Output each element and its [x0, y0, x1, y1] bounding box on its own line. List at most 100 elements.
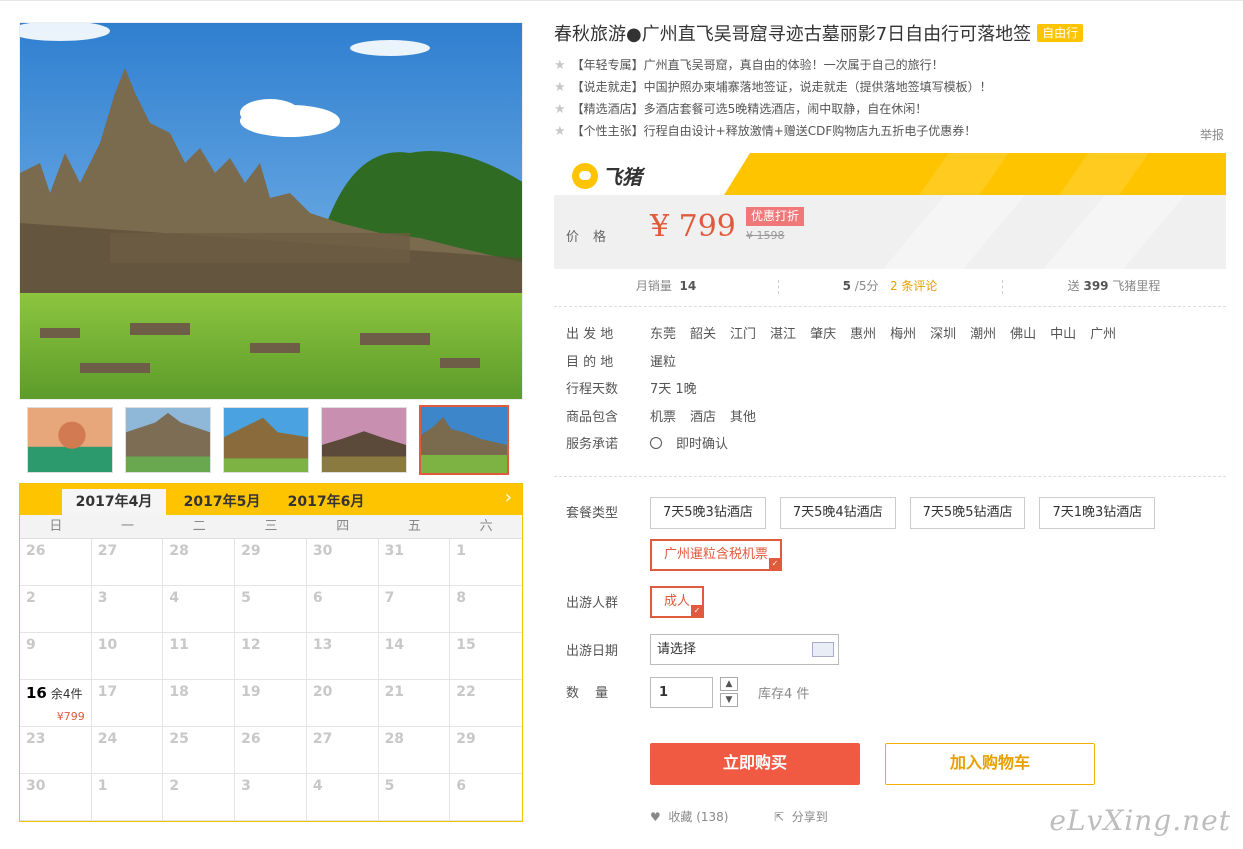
day-number: 9: [26, 637, 36, 653]
brand-bar: 飞猪: [554, 153, 1226, 195]
days-value: 7天 1晚: [650, 382, 697, 397]
thumbnail-4[interactable]: [321, 407, 407, 473]
package-option[interactable]: 7天5晚5钻酒店: [909, 497, 1026, 529]
calendar-day: 1: [450, 539, 522, 586]
gallery-column: 2017年4月 2017年5月 2017年6月 › 日一二三四五六 26 27 28…: [19, 22, 523, 822]
day-number: 24: [97, 731, 118, 747]
weekday-label: 日: [49, 519, 63, 534]
top-border: [0, 0, 1243, 1]
favorite-link[interactable]: ♥ 收藏 (138): [650, 808, 729, 825]
calendar-day: 2: [163, 774, 236, 821]
package-option[interactable]: 7天5晚3钻酒店: [650, 497, 766, 529]
day-number: 31: [384, 543, 405, 559]
calendar-day: 26: [235, 727, 307, 774]
month-tab-3[interactable]: 2017年6月: [274, 489, 378, 515]
month-tab-1[interactable]: 2017年4月: [62, 489, 166, 515]
day-number: 20: [312, 684, 333, 700]
brand-name: 飞猪: [602, 165, 642, 189]
review-link[interactable]: 2 条评论: [890, 279, 937, 293]
star-icon: ★: [554, 124, 566, 139]
day-number: 3: [97, 590, 108, 606]
stock-text: 库存4 件: [758, 687, 810, 702]
calendar-day: 27: [91, 539, 164, 586]
crowd-option[interactable]: 成人: [650, 586, 705, 618]
day-number: 26: [26, 543, 46, 559]
day-number: 17: [97, 684, 118, 700]
thumbnail-3[interactable]: [223, 407, 309, 473]
package-option[interactable]: 广州暹粒含税机票: [650, 539, 783, 571]
increment-arrow-icon[interactable]: ▲: [720, 677, 738, 691]
add-to-cart-button[interactable]: 加入购物车: [885, 743, 1095, 785]
calendar-day: 29: [450, 727, 522, 774]
brand-bar-stripe: [919, 153, 1009, 195]
package-option[interactable]: 7天5晚4钻酒店: [779, 497, 896, 529]
depart-city: 韶关: [690, 327, 717, 342]
day-number: 27: [312, 731, 333, 747]
calendar-day: 28: [163, 539, 236, 586]
calendar-day: 15: [450, 633, 522, 680]
day-number: 12: [241, 637, 261, 653]
calendar-day: 3: [235, 774, 307, 821]
share-icon: ⇱: [774, 810, 785, 824]
calendar-day-available[interactable]: 16 余4件 ¥799: [20, 680, 92, 727]
calendar-day: 11: [163, 633, 236, 680]
dest-label: 目 的 地: [566, 354, 614, 370]
feature-text: 【个性主张】行程自由设计+释放激情+赠送CDF购物店九五折电子优惠券！: [571, 124, 977, 138]
day-number: 5: [384, 778, 395, 794]
brand-bar-wedge: [724, 153, 750, 195]
calendar-day: 6: [306, 586, 379, 633]
quantity-input[interactable]: 1: [650, 677, 713, 708]
report-link[interactable]: 举报: [1200, 126, 1224, 143]
depart-city: 中山: [1050, 327, 1077, 342]
price-calendar: 2017年4月 2017年5月 2017年6月 › 日一二三四五六 26 27 28…: [19, 483, 523, 822]
date-picker-input[interactable]: 请选择: [650, 634, 839, 665]
calendar-day: 5: [378, 774, 451, 821]
day-number: 25: [169, 731, 189, 747]
day-number: 1: [97, 778, 108, 794]
trip-info: 出 发 地 东莞 韶关 江门 湛江 肇庆 惠州 梅州 深圳 潮州 佛山 中山 广州 目 的 地 暹粒 行程…: [566, 324, 1130, 462]
original-price: ¥ 1598: [746, 229, 785, 242]
decrement-arrow-icon[interactable]: ▼: [720, 693, 738, 707]
star-icon: ★: [554, 58, 566, 73]
crowd-options: 成人: [650, 586, 1210, 618]
include-item: 其他: [730, 409, 757, 425]
day-number: 4: [312, 778, 323, 794]
feature-item: ★ 【年轻专属】广州直飞吴哥窟，真自由的体验！一次属于自己的旅行！: [554, 54, 1226, 76]
price-box-stripe: [1042, 195, 1186, 269]
day-number: 11: [169, 637, 189, 653]
day-number: 18: [169, 684, 189, 700]
day-number: 6: [456, 778, 467, 794]
fliggy-logo: 飞猪: [572, 161, 642, 190]
month-tab-2[interactable]: 2017年5月: [170, 489, 274, 515]
calendar-grid: 26 27 28 29 30 31 1 2 3 4 5 6 7 8 9 10 11 12 13 14 15 16 余4件 ¥7…: [20, 539, 522, 821]
rating-suffix: /5分: [854, 279, 879, 293]
chevron-right-icon[interactable]: ›: [505, 487, 512, 508]
pig-icon: [572, 162, 598, 189]
calendar-day: 7: [378, 586, 451, 633]
include-item: 酒店: [690, 409, 717, 425]
service-value-wrap: 即时确认: [650, 434, 742, 462]
star-icon: ★: [554, 80, 566, 95]
monthly-sales-value: 14: [679, 279, 697, 293]
calendar-day: 25: [163, 727, 236, 774]
calendar-day: 18: [163, 680, 236, 727]
share-link[interactable]: ⇱ 分享到: [774, 808, 828, 825]
day-number: 2: [26, 590, 36, 606]
star-icon: ★: [554, 102, 566, 117]
buy-now-button[interactable]: 立即购买: [650, 743, 860, 785]
thumbnail-2[interactable]: [125, 407, 211, 473]
thumbnail-1[interactable]: [27, 407, 113, 473]
mileage-prefix: 送: [1067, 279, 1080, 293]
mileage: 送 399 飞猪里程: [1002, 273, 1226, 306]
day-number: 28: [169, 543, 189, 559]
day-number: 30: [26, 778, 46, 794]
calendar-day: 1: [91, 774, 164, 821]
calendar-icon[interactable]: [812, 642, 834, 657]
package-option[interactable]: 7天1晚3钻酒店: [1039, 497, 1156, 529]
weekday-row: 日一二三四五六: [20, 515, 522, 539]
calendar-day: 23: [20, 727, 92, 774]
price-label: 价格: [566, 230, 621, 245]
depart-city: 湛江: [770, 327, 797, 342]
weekday-label: 五: [407, 519, 421, 534]
thumbnail-5-selected[interactable]: [419, 405, 509, 475]
